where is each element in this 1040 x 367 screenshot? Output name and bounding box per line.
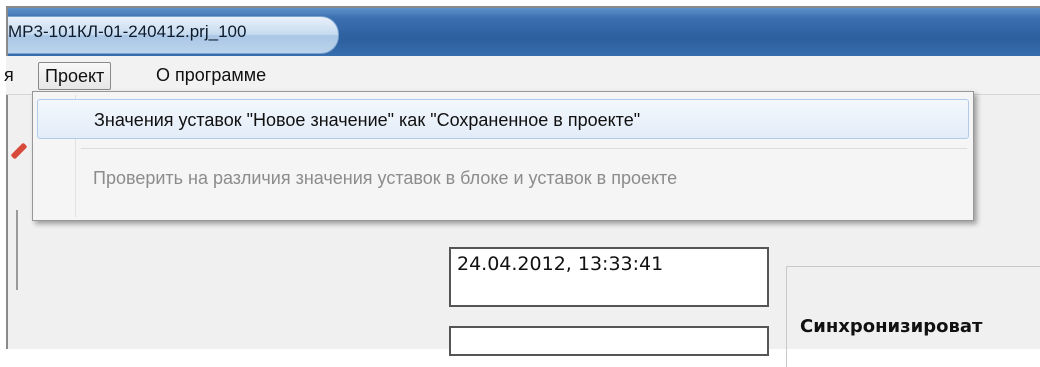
menu-item-about[interactable]: О программе bbox=[156, 62, 266, 88]
secondary-field[interactable] bbox=[449, 326, 769, 356]
menu-item-project[interactable]: Проект bbox=[38, 62, 112, 90]
timestamp-field[interactable]: 24.04.2012, 13:33:41 bbox=[449, 247, 769, 307]
menu-item-set-as-saved[interactable]: Значения уставок "Новое значение" как "С… bbox=[37, 99, 969, 139]
menu-separator bbox=[81, 148, 967, 149]
timestamp-value: 24.04.2012, 13:33:41 bbox=[457, 253, 664, 275]
window-title: МР3-101КЛ-01-240412.prj_100 bbox=[8, 22, 247, 41]
menu-item-check-differences[interactable]: Проверить на различия значения уставок в… bbox=[37, 158, 969, 198]
menu-item-partial[interactable]: я bbox=[4, 62, 14, 88]
menu-bar: я Проект О программе bbox=[4, 56, 1040, 95]
project-dropdown-menu: Значения уставок "Новое значение" как "С… bbox=[32, 91, 974, 221]
left-panel-edge bbox=[8, 210, 18, 290]
sync-label: Синхронизироват bbox=[800, 316, 983, 337]
